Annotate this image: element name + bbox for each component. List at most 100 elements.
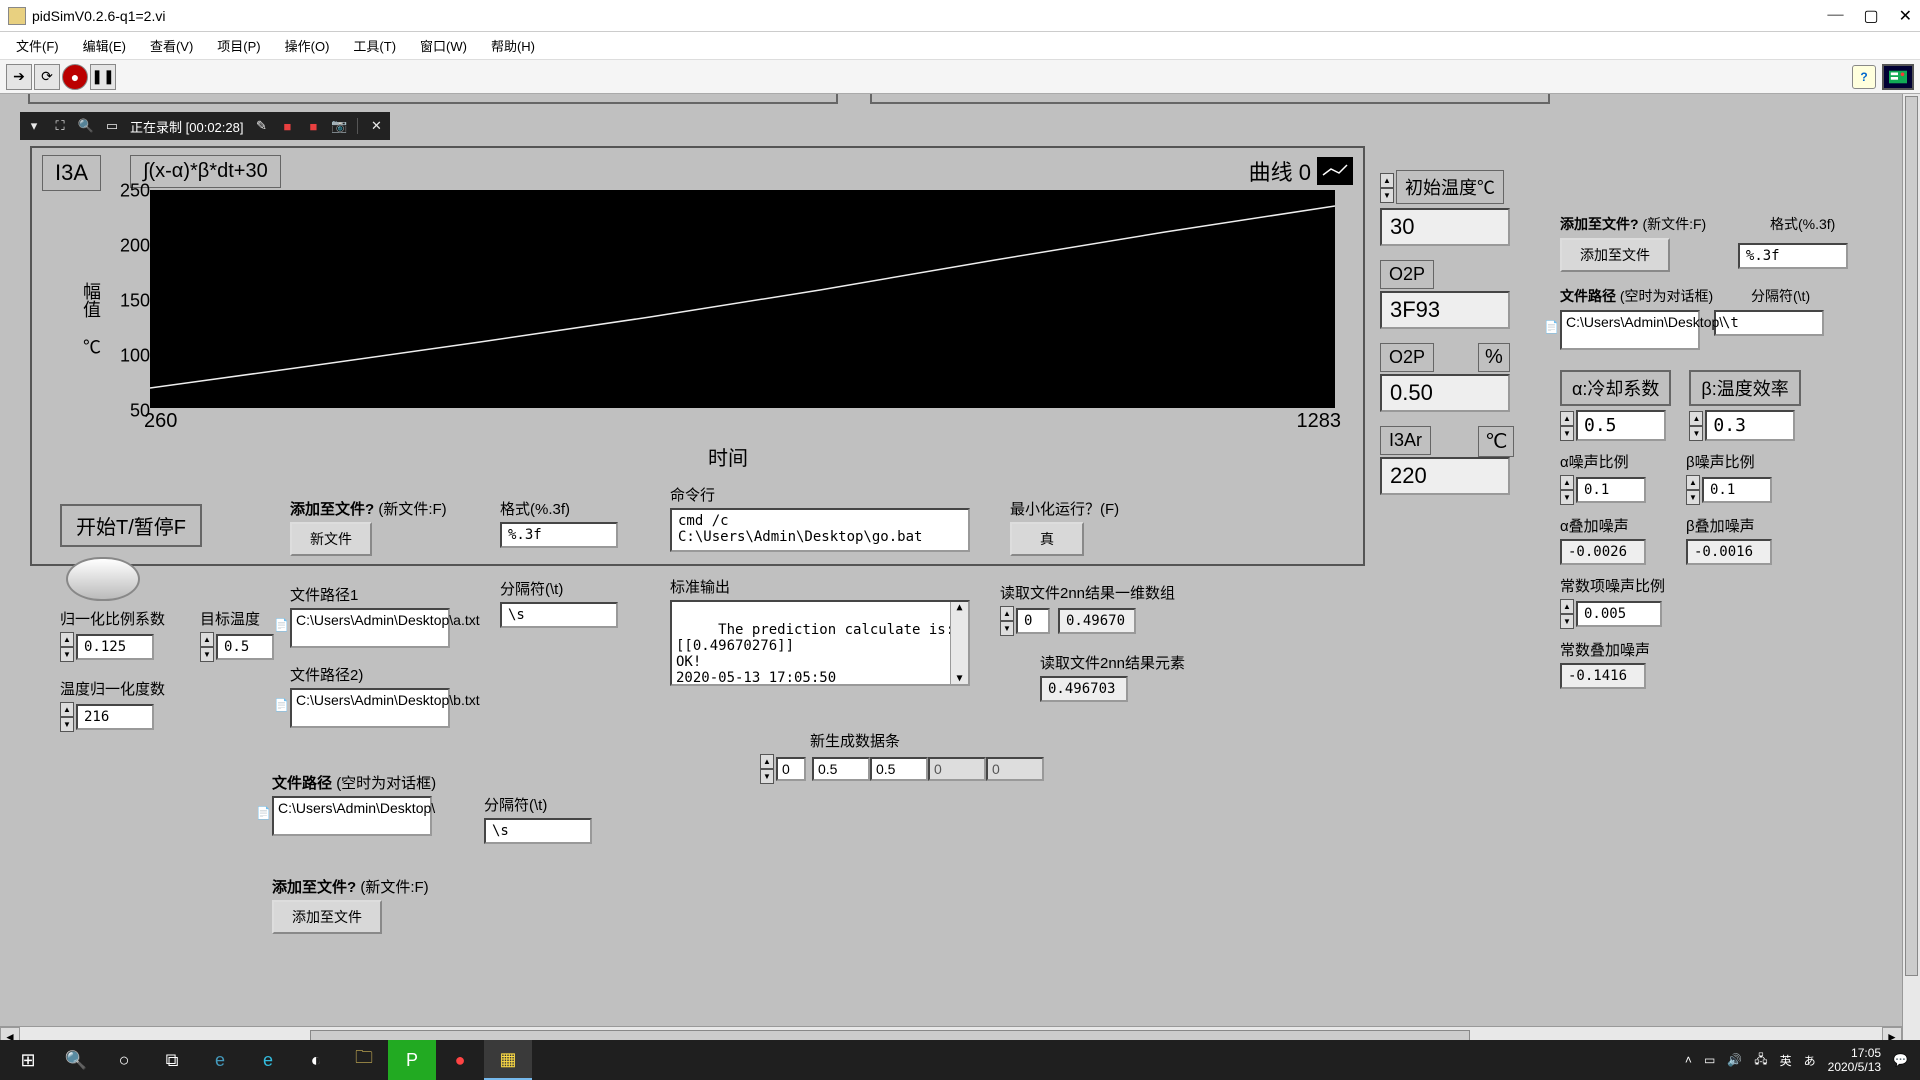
path3-hint: (空时为对话框) bbox=[336, 775, 436, 792]
a-add-label: α叠加噪声 bbox=[1560, 515, 1646, 536]
chart-ylabel: 幅值 ℃ bbox=[78, 282, 104, 356]
r-fmt-input[interactable] bbox=[1738, 243, 1848, 269]
stepper[interactable]: ▲▼ bbox=[60, 702, 74, 732]
menu-project[interactable]: 项目(P) bbox=[207, 34, 270, 57]
alpha-input[interactable] bbox=[1576, 410, 1666, 441]
record-pause-icon[interactable]: ■ bbox=[279, 118, 295, 134]
menu-help[interactable]: 帮助(H) bbox=[481, 34, 545, 57]
maximize-button[interactable]: ▢ bbox=[1863, 6, 1878, 26]
addfile2-button[interactable]: 添加至文件 bbox=[272, 900, 382, 934]
decorative-frame-left bbox=[28, 94, 838, 104]
stepper[interactable]: ▲▼ bbox=[1560, 475, 1574, 505]
chart-plot-area[interactable] bbox=[150, 190, 1335, 408]
stepper[interactable]: ▲▼ bbox=[200, 632, 214, 662]
volume-icon[interactable]: 🔊 bbox=[1727, 1053, 1742, 1067]
stepper[interactable]: ▲▼ bbox=[1560, 599, 1574, 629]
r-sep-input[interactable] bbox=[1714, 310, 1824, 336]
ie-icon[interactable]: e bbox=[244, 1040, 292, 1080]
r-addfile-button[interactable]: 添加至文件 bbox=[1560, 238, 1670, 272]
menu-window[interactable]: 窗口(W) bbox=[410, 34, 477, 57]
pencil-icon[interactable]: ✎ bbox=[253, 118, 269, 134]
run-button[interactable]: ➔ bbox=[6, 64, 32, 90]
cmd-input[interactable]: cmd /c C:\Users\Admin\Desktop\go.bat bbox=[670, 508, 970, 552]
labview-taskbar-icon[interactable]: ▦ bbox=[484, 1040, 532, 1080]
init-temp-value[interactable]: 30 bbox=[1380, 208, 1510, 246]
menu-view[interactable]: 查看(V) bbox=[140, 34, 203, 57]
menu-tools[interactable]: 工具(T) bbox=[343, 34, 406, 57]
record-stop-icon[interactable]: ■ bbox=[305, 118, 321, 134]
minrun-button[interactable]: 真 bbox=[1010, 522, 1084, 556]
newfile-button[interactable]: 新文件 bbox=[290, 522, 372, 556]
read1d-index[interactable] bbox=[1016, 608, 1050, 634]
menu-file[interactable]: 文件(F) bbox=[6, 34, 69, 57]
notifications-icon[interactable]: 💬 bbox=[1893, 1053, 1908, 1067]
vertical-scrollbar[interactable] bbox=[1902, 94, 1920, 1046]
const-r-input[interactable] bbox=[1576, 601, 1662, 627]
scrollbar-thumb-v[interactable] bbox=[1905, 96, 1918, 976]
path-icon: 📄 bbox=[256, 806, 271, 820]
task-view-icon[interactable]: ⧉ bbox=[148, 1040, 196, 1080]
chrome-icon[interactable]: ◐ bbox=[292, 1040, 340, 1080]
stepper[interactable]: ▲▼ bbox=[760, 754, 774, 784]
b-noise-r-input[interactable] bbox=[1702, 477, 1772, 503]
scrollbar-vertical[interactable]: ▲▼ bbox=[950, 602, 968, 684]
stepper[interactable]: ▲▼ bbox=[1560, 411, 1574, 441]
ime-kana-indicator[interactable]: あ bbox=[1804, 1052, 1816, 1069]
cortana-icon[interactable]: ○ bbox=[100, 1040, 148, 1080]
taskbar-clock[interactable]: 17:052020/5/13 bbox=[1828, 1046, 1881, 1074]
battery-icon[interactable]: ▭ bbox=[1704, 1053, 1715, 1067]
start-button[interactable]: ⊞ bbox=[4, 1040, 52, 1080]
path2-input[interactable]: 📄C:\Users\Admin\Desktop\b.txt bbox=[290, 688, 450, 728]
sep2-input[interactable] bbox=[484, 818, 592, 844]
close-recording-icon[interactable]: ✕ bbox=[368, 118, 384, 134]
recorder-icon[interactable]: ● bbox=[436, 1040, 484, 1080]
abort-button[interactable]: ● bbox=[62, 64, 88, 90]
stepper[interactable]: ▲▼ bbox=[1380, 173, 1394, 203]
path1-label: 文件路径1 bbox=[290, 584, 450, 605]
fullscreen-icon[interactable]: ⛶ bbox=[52, 118, 68, 134]
newdata-v1[interactable] bbox=[812, 757, 870, 781]
a-add-value bbox=[1560, 539, 1646, 565]
stepper[interactable]: ▲▼ bbox=[1000, 606, 1014, 636]
norm-k-input[interactable] bbox=[76, 634, 154, 660]
context-help-icon[interactable]: ? bbox=[1852, 65, 1876, 89]
minimize-button[interactable]: — bbox=[1827, 6, 1843, 26]
addfile-label: 添加至文件? bbox=[290, 501, 374, 518]
menu-edit[interactable]: 编辑(E) bbox=[73, 34, 136, 57]
pause-button[interactable]: ❚❚ bbox=[90, 64, 116, 90]
stepper[interactable]: ▲▼ bbox=[60, 632, 74, 662]
path3-input[interactable]: 📄C:\Users\Admin\Desktop\ bbox=[272, 796, 432, 836]
menu-operate[interactable]: 操作(O) bbox=[275, 34, 340, 57]
explorer-icon[interactable]: 🗀 bbox=[340, 1040, 388, 1080]
stdout-textarea[interactable]: The prediction calculate is: [[0.4967027… bbox=[670, 600, 970, 686]
tray-chevron-icon[interactable]: ˄ bbox=[1685, 1053, 1692, 1067]
stepper[interactable]: ▲▼ bbox=[1689, 411, 1703, 441]
a-noise-r-input[interactable] bbox=[1576, 477, 1646, 503]
search-icon[interactable]: 🔍 bbox=[78, 118, 94, 134]
camera-icon[interactable]: 📷 bbox=[331, 118, 347, 134]
recording-toolbar[interactable]: ▾ ⛶ 🔍 ▭ 正在录制 [00:02:28] ✎ ■ ■ 📷 ✕ bbox=[20, 112, 390, 140]
run-continuous-button[interactable]: ⟳ bbox=[34, 64, 60, 90]
norm-deg-input[interactable] bbox=[76, 704, 154, 730]
pycharm-icon[interactable]: P bbox=[388, 1040, 436, 1080]
ime-indicator[interactable]: 英 bbox=[1780, 1052, 1792, 1069]
beta-input[interactable] bbox=[1705, 410, 1795, 441]
vi-icon[interactable] bbox=[1882, 64, 1914, 90]
newdata-index[interactable] bbox=[776, 757, 806, 781]
newdata-v2[interactable] bbox=[870, 757, 928, 781]
crop-icon[interactable]: ▭ bbox=[104, 118, 120, 134]
target-t-input[interactable] bbox=[216, 634, 274, 660]
sep-input[interactable] bbox=[500, 602, 618, 628]
fmt-input[interactable] bbox=[500, 522, 618, 548]
r-path-input[interactable]: 📄C:\Users\Admin\Desktop\ bbox=[1560, 310, 1700, 350]
chevron-down-icon[interactable]: ▾ bbox=[26, 118, 42, 134]
path1-input[interactable]: 📄C:\Users\Admin\Desktop\a.txt bbox=[290, 608, 450, 648]
system-tray[interactable]: ˄ ▭ 🔊 🖧 英 あ 17:052020/5/13 💬 bbox=[1685, 1046, 1916, 1074]
search-icon[interactable]: 🔍 bbox=[52, 1040, 100, 1080]
close-button[interactable]: ✕ bbox=[1899, 6, 1912, 26]
run-toggle-switch[interactable] bbox=[66, 557, 140, 601]
chart-legend[interactable]: 曲线 0 bbox=[1249, 155, 1353, 187]
network-icon[interactable]: 🖧 bbox=[1754, 1050, 1767, 1071]
stepper[interactable]: ▲▼ bbox=[1686, 475, 1700, 505]
edge-icon[interactable]: e bbox=[196, 1040, 244, 1080]
